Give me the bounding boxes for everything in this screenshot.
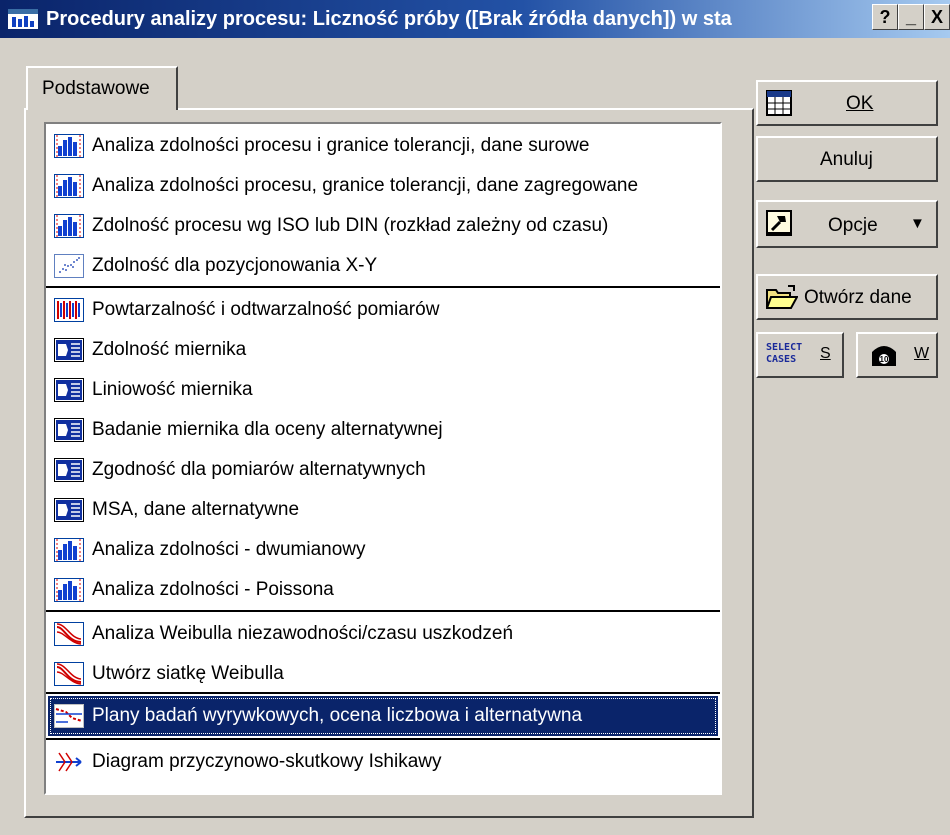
procedure-list-item[interactable]: Zgodność dla pomiarów alternatywnych [48,450,718,490]
procedure-label: Badanie miernika dla oceny alternatywnej [92,419,443,440]
histogram-icon [54,578,84,602]
procedure-label: Analiza zdolności procesu i granice tole… [92,135,590,156]
procedure-label: Diagram przyczynowo-skutkowy Ishikawy [92,751,442,772]
procedure-label: Zdolność dla pozycjonowania X-Y [92,255,378,276]
procedure-label: Zgodność dla pomiarów alternatywnych [92,459,426,480]
app-icon [8,9,38,29]
gauge-icon [54,418,84,442]
histogram-icon [54,174,84,198]
weibull-icon [54,622,84,646]
procedure-list[interactable]: Analiza zdolności procesu i granice tole… [44,122,722,795]
fishbone-icon [54,750,84,774]
gauge-icon [54,338,84,362]
histogram-icon [54,134,84,158]
ok-button[interactable]: OK [756,80,938,126]
open-data-label: Otwórz dane [804,287,912,308]
procedure-label: Analiza Weibulla niezawodności/czasu usz… [92,623,514,644]
title-bar[interactable]: Procedury analizy procesu: Liczność prób… [0,0,950,38]
select-cases-icon: SELECT CASES [766,342,803,365]
procedure-list-item[interactable]: Zdolność dla pozycjonowania X-Y [48,246,718,286]
group-separator [46,738,720,740]
procedure-list-item[interactable]: Analiza zdolności - Poissona [48,570,718,610]
weibull-icon [54,662,84,686]
options-hammer-icon [766,210,792,236]
close-button[interactable]: X [924,4,950,30]
cancel-label: Anuluj [820,149,873,170]
group-separator [46,286,720,288]
select-cases-key: S [820,345,831,362]
procedure-list-item[interactable]: Analiza zdolności procesu, granice toler… [48,166,718,206]
sampling-plan-icon [54,704,84,728]
options-label: Opcje [828,215,878,236]
procedure-label: Analiza zdolności - Poissona [92,579,334,600]
options-button[interactable]: Opcje ▼ [756,200,938,248]
open-data-button[interactable]: Otwórz dane [756,274,938,320]
gauge-icon [54,378,84,402]
gauge-icon [54,498,84,522]
procedure-list-item[interactable]: Analiza zdolności procesu i granice tole… [48,126,718,166]
procedure-list-item[interactable]: Liniowość miernika [48,370,718,410]
histogram-icon [54,538,84,562]
procedure-label: Utwórz siatkę Weibulla [92,663,284,684]
open-folder-icon [766,285,798,309]
cancel-button[interactable]: Anuluj [756,136,938,182]
procedure-label: Liniowość miernika [92,379,253,400]
procedure-list-item[interactable]: MSA, dane alternatywne [48,490,718,530]
procedure-label: Zdolność procesu wg ISO lub DIN (rozkład… [92,215,609,236]
gauge-icon [54,458,84,482]
procedure-list-item[interactable]: Badanie miernika dla oceny alternatywnej [48,410,718,450]
scatter-icon [54,254,84,278]
procedure-list-item[interactable]: Analiza zdolności - dwumianowy [48,530,718,570]
procedure-list-item[interactable]: Zdolność procesu wg ISO lub DIN (rozkład… [48,206,718,246]
spreadsheet-icon [766,90,792,116]
procedure-list-item[interactable]: Diagram przyczynowo-skutkowy Ishikawy [48,742,718,782]
procedure-list-item[interactable]: Utwórz siatkę Weibulla [48,654,718,694]
procedure-list-item[interactable]: Powtarzalność i odtwarzalność pomiarów [48,290,718,330]
weight-icon: 10 [872,346,896,366]
procedure-label: Analiza zdolności - dwumianowy [92,539,366,560]
procedure-label: Analiza zdolności procesu, granice toler… [92,175,639,196]
procedure-list-item[interactable]: Analiza Weibulla niezawodności/czasu usz… [48,614,718,654]
svg-text:10: 10 [880,355,889,364]
dropdown-arrow-icon[interactable]: ▼ [910,215,925,232]
help-button[interactable]: ? [872,4,898,30]
tab-podstawowe[interactable]: Podstawowe [26,66,178,110]
minimize-button[interactable]: _ [898,4,924,30]
histogram-icon [54,214,84,238]
procedure-label: Plany badań wyrywkowych, ocena liczbowa … [92,705,583,726]
procedure-label: Powtarzalność i odtwarzalność pomiarów [92,299,440,320]
ok-label: OK [846,93,874,114]
procedure-list-item[interactable]: Plany badań wyrywkowych, ocena liczbowa … [48,696,718,736]
procedure-label: MSA, dane alternatywne [92,499,300,520]
weight-key: W [914,345,930,362]
repeatability-icon [54,298,84,322]
procedure-list-item[interactable]: Zdolność miernika [48,330,718,370]
select-cases-button[interactable]: SELECT CASES S [756,332,844,378]
weight-button[interactable]: 10 W [856,332,938,378]
tab-label: Podstawowe [42,78,150,99]
window-title: Procedury analizy procesu: Liczność prób… [46,8,732,30]
group-separator [46,610,720,612]
procedure-label: Zdolność miernika [92,339,247,360]
